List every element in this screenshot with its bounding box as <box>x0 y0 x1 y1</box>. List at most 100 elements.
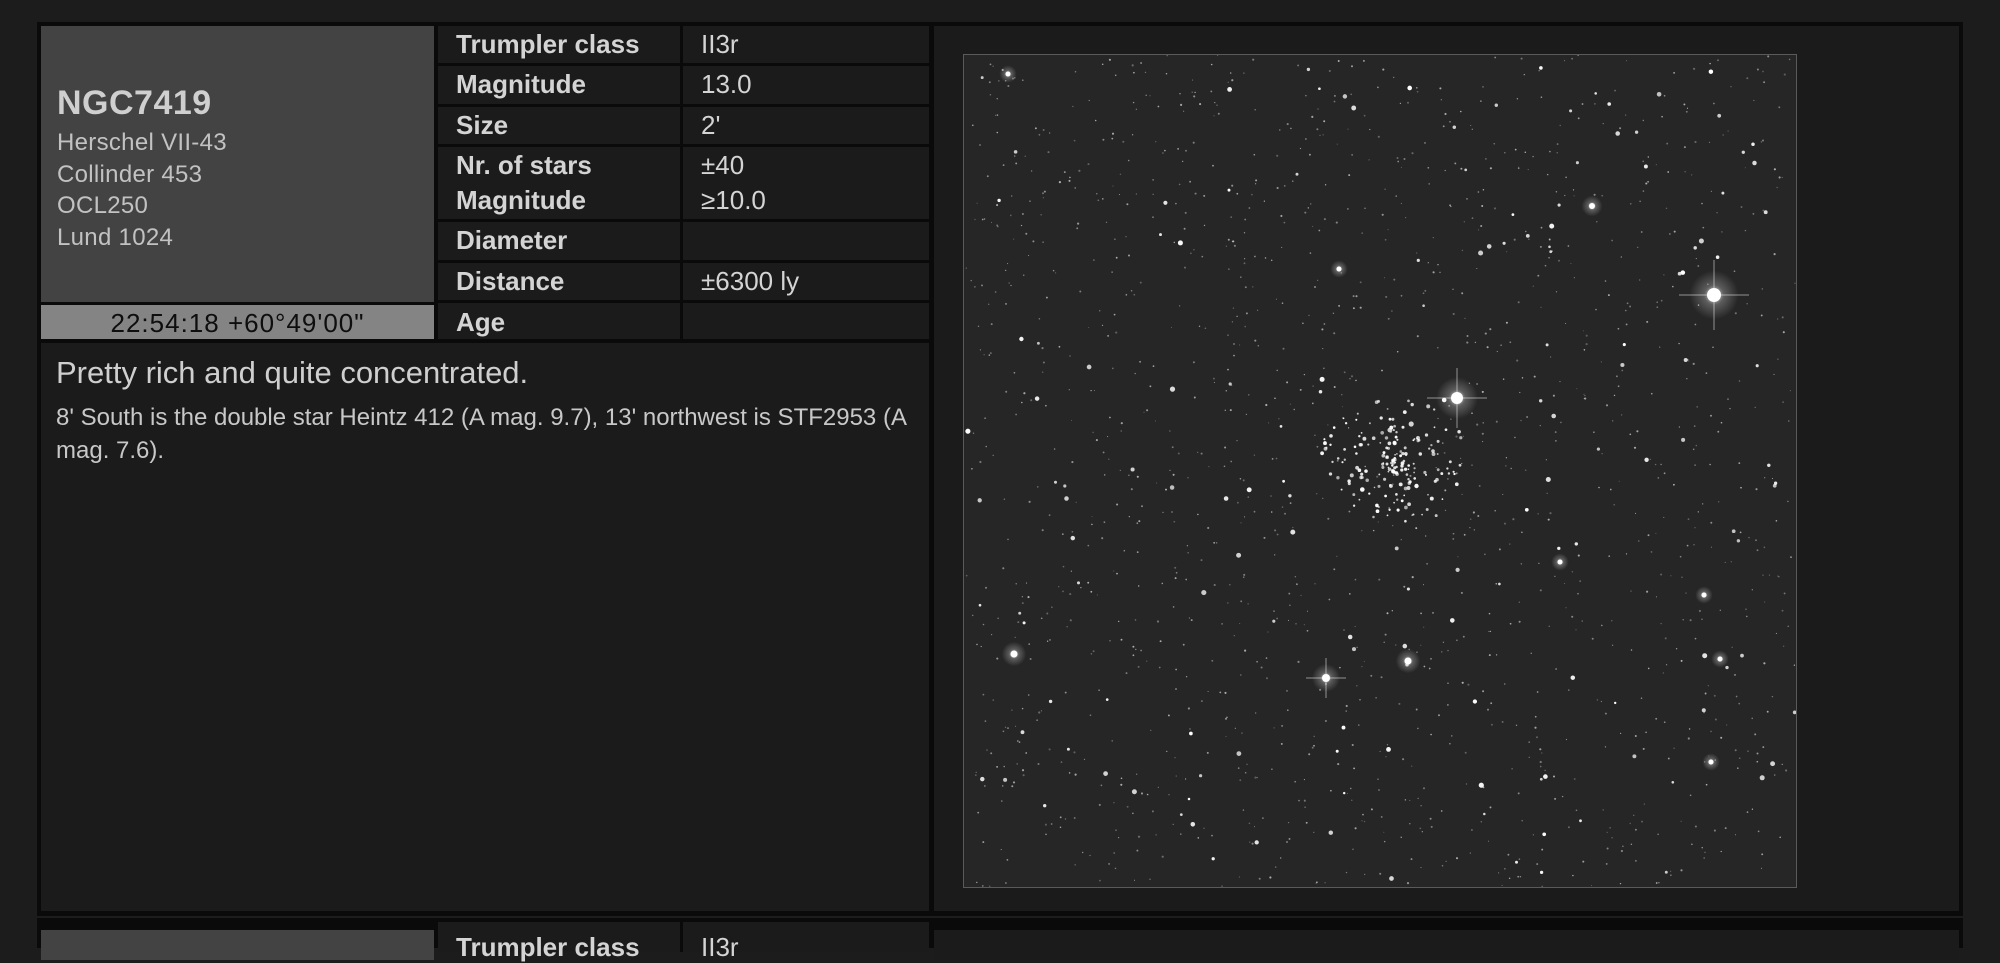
star <box>1726 724 1728 726</box>
star <box>1589 203 1595 209</box>
star <box>1097 199 1100 202</box>
star <box>1337 763 1340 766</box>
star <box>1374 400 1379 404</box>
star <box>1157 786 1159 789</box>
star <box>1240 600 1243 603</box>
star <box>1133 293 1136 296</box>
star <box>1426 404 1431 409</box>
star <box>987 303 990 306</box>
star <box>1763 662 1766 665</box>
star <box>997 198 1001 203</box>
star <box>1353 767 1356 770</box>
star <box>1111 271 1113 273</box>
star <box>1146 793 1149 796</box>
star <box>1057 585 1060 588</box>
star <box>1149 95 1151 97</box>
star <box>1091 516 1093 518</box>
star <box>1615 375 1618 378</box>
star <box>1565 738 1568 741</box>
star <box>1354 625 1356 628</box>
property-value: 13.0 <box>701 69 752 99</box>
star <box>1208 466 1210 468</box>
star <box>1579 819 1582 823</box>
star <box>1498 582 1501 586</box>
star <box>1243 72 1245 74</box>
star <box>1361 530 1363 532</box>
star <box>1265 403 1268 407</box>
star <box>1329 434 1333 438</box>
star <box>1308 753 1311 756</box>
star <box>1113 852 1116 854</box>
star <box>1211 834 1213 837</box>
star <box>977 325 980 327</box>
star <box>1193 248 1195 251</box>
star <box>1288 494 1292 498</box>
star <box>1763 546 1766 549</box>
star <box>1724 561 1726 563</box>
star <box>1392 474 1395 476</box>
property-row-distance: Distance ±6300 ly <box>438 263 929 300</box>
star <box>1642 119 1645 122</box>
star <box>1463 533 1466 536</box>
star <box>1138 520 1141 523</box>
star <box>1351 799 1353 801</box>
star <box>1319 376 1325 382</box>
star <box>1177 148 1179 150</box>
star <box>1171 511 1173 513</box>
star <box>1175 668 1177 671</box>
star <box>1417 727 1419 730</box>
description-panel: Pretty rich and quite concentrated. 8' S… <box>41 343 929 911</box>
star <box>1701 618 1703 620</box>
star <box>1533 375 1536 378</box>
star <box>1042 361 1045 364</box>
star <box>1246 763 1248 765</box>
star <box>1507 853 1510 856</box>
star <box>1248 394 1250 396</box>
star <box>984 586 988 589</box>
star <box>1184 149 1188 152</box>
star <box>1643 164 1648 169</box>
star <box>1663 472 1666 475</box>
star <box>1038 133 1041 136</box>
star <box>1482 422 1484 424</box>
star <box>1449 204 1452 207</box>
star <box>1640 231 1643 233</box>
star <box>1398 482 1403 487</box>
star <box>1680 270 1686 275</box>
property-value: ≥10.0 <box>701 185 766 215</box>
star <box>1649 458 1651 461</box>
star <box>1471 217 1474 219</box>
star <box>982 841 985 844</box>
star <box>1443 451 1446 454</box>
star <box>1168 794 1170 796</box>
star <box>1267 631 1269 633</box>
star <box>1007 84 1010 88</box>
star <box>1386 744 1389 746</box>
star <box>1416 437 1419 440</box>
star <box>1521 531 1523 534</box>
star <box>1528 741 1531 743</box>
star <box>1781 763 1783 765</box>
star <box>1091 523 1093 526</box>
star <box>1120 783 1123 786</box>
star <box>1114 867 1117 870</box>
star <box>1671 780 1675 784</box>
star <box>1119 469 1121 471</box>
star <box>1136 522 1139 525</box>
star <box>1094 119 1097 122</box>
star <box>1440 99 1442 101</box>
star <box>1528 756 1530 758</box>
star <box>1190 252 1192 255</box>
star <box>1114 238 1116 240</box>
star <box>1295 623 1297 625</box>
star <box>1287 821 1290 824</box>
star <box>1036 719 1038 721</box>
star <box>1086 364 1092 370</box>
star <box>1745 615 1748 618</box>
star <box>1025 232 1028 235</box>
star <box>1348 593 1351 595</box>
star <box>1545 476 1551 483</box>
star <box>1778 176 1781 179</box>
star <box>1754 733 1757 736</box>
star <box>1563 582 1566 585</box>
